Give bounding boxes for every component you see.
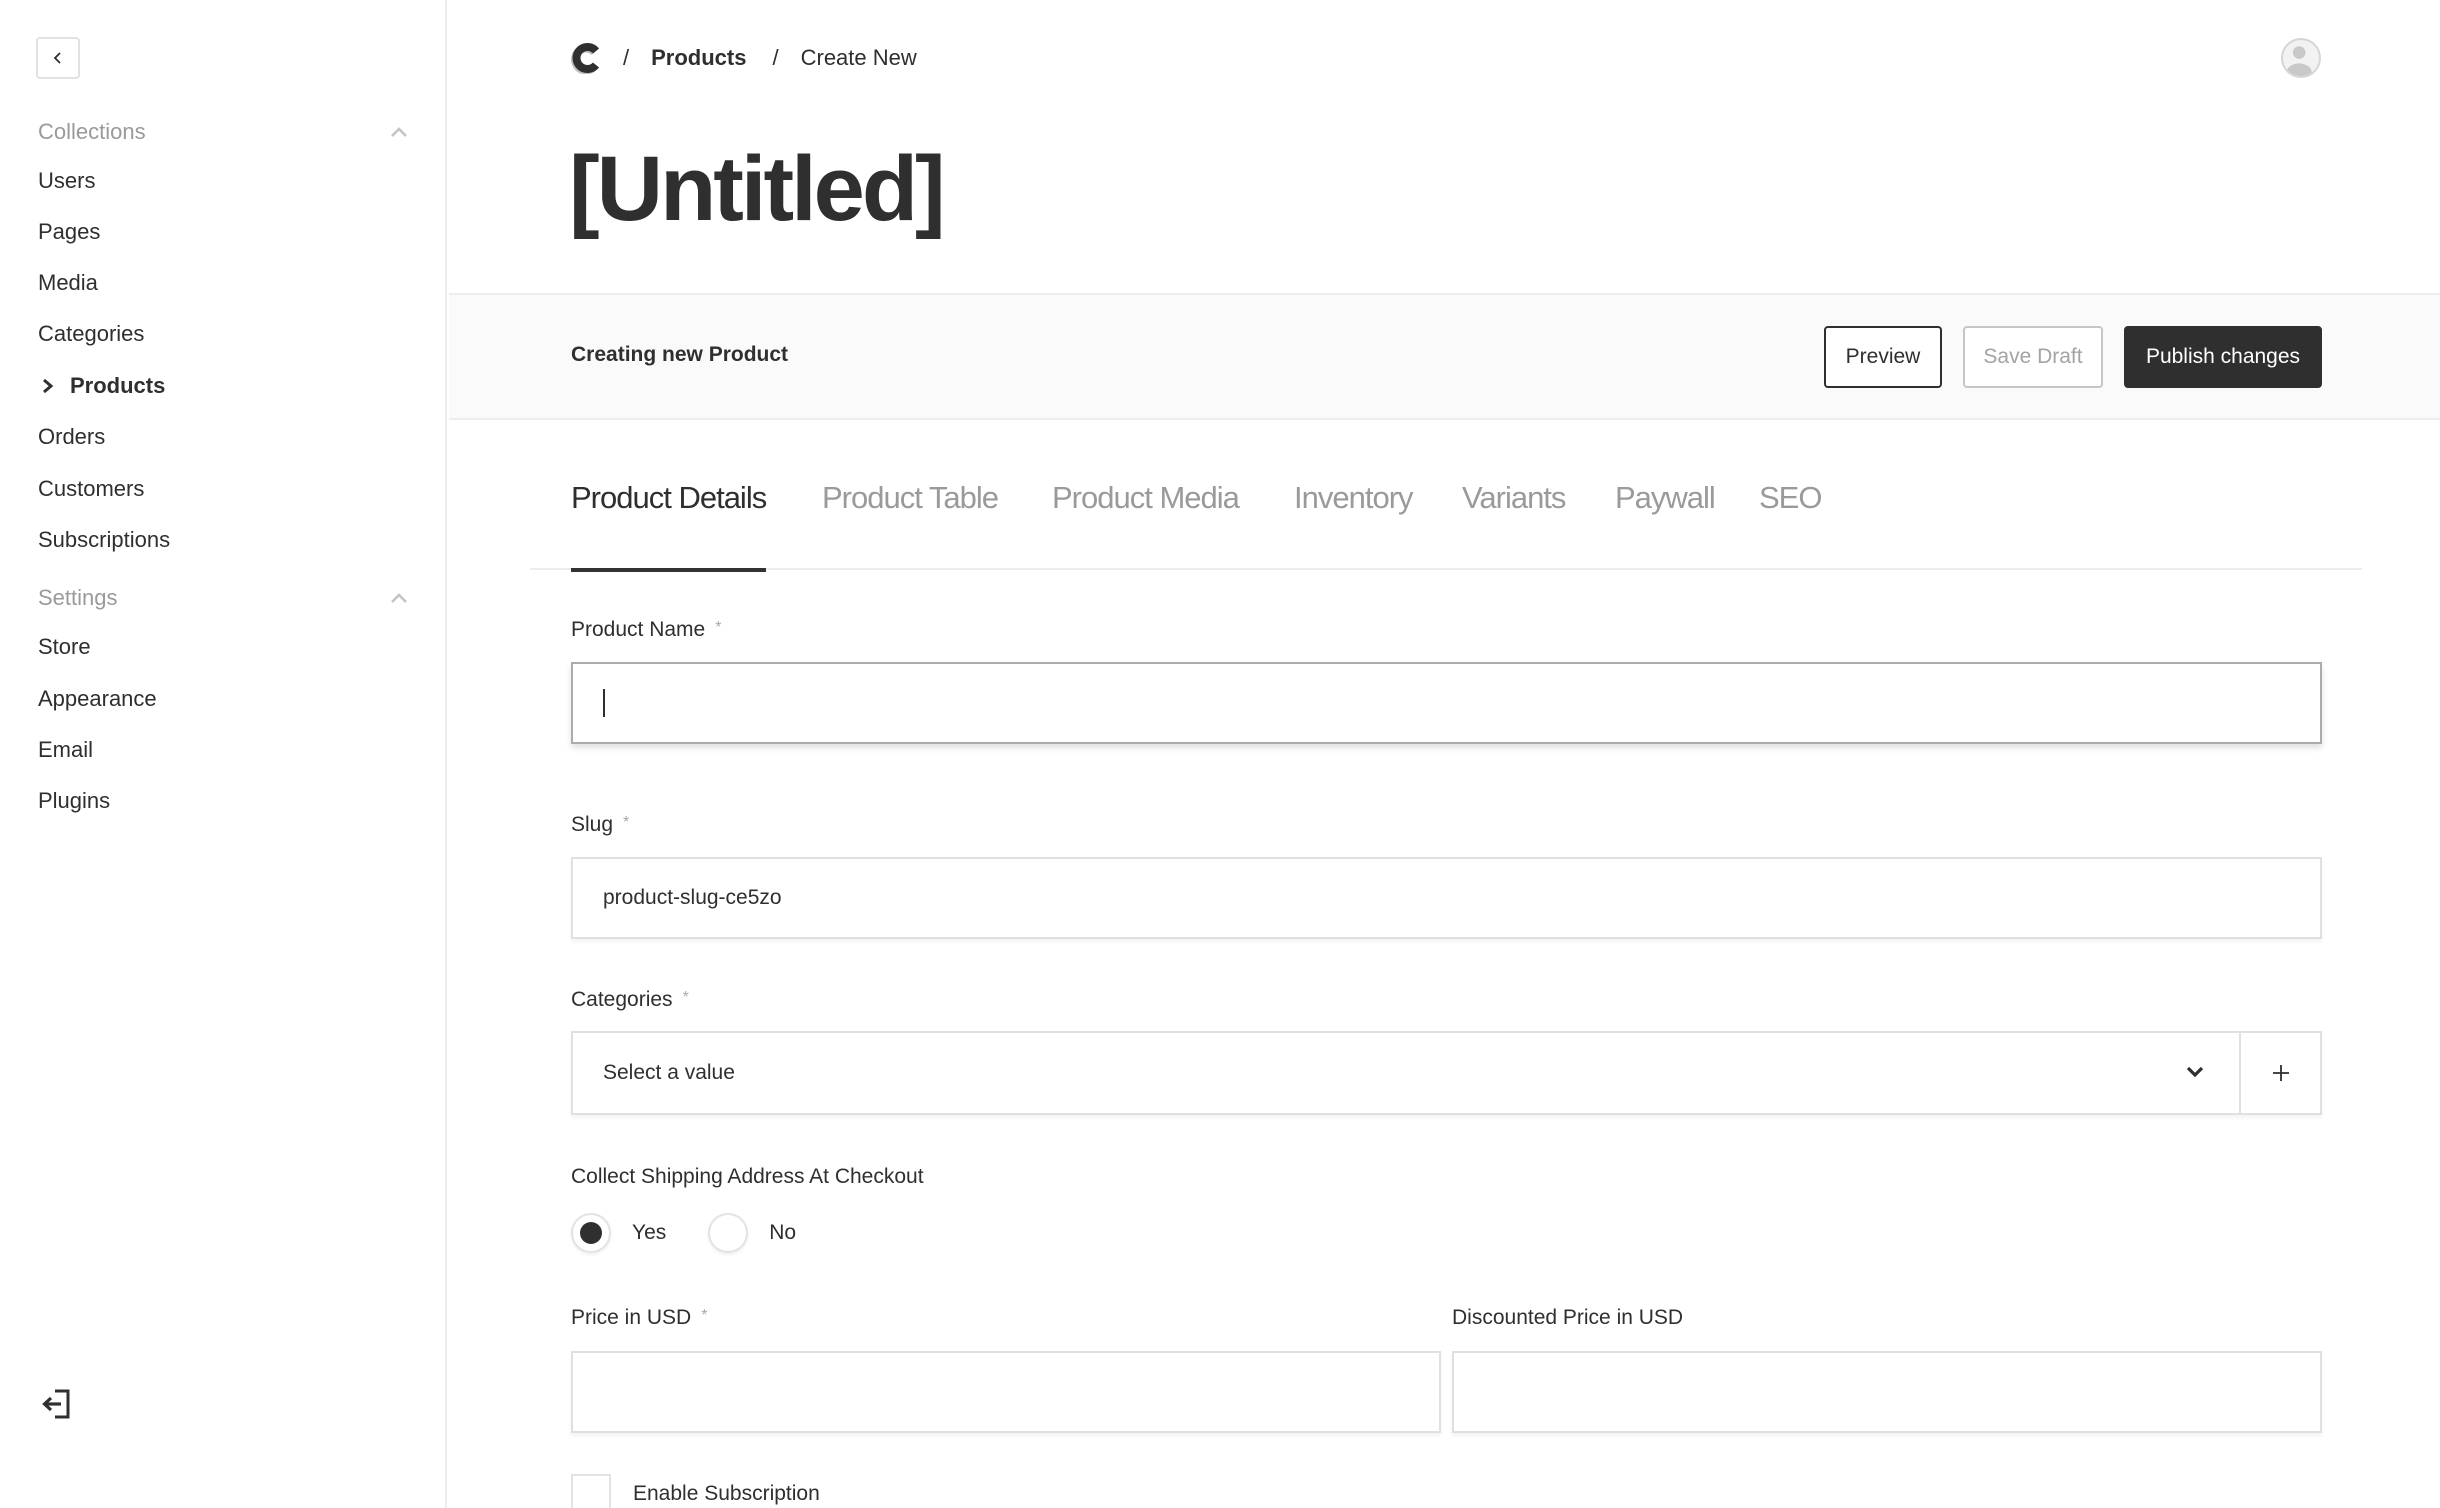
shipping-yes-label[interactable]: Yes [632,1221,666,1245]
required-marker: * [715,619,722,636]
sidebar-item-label: Store [38,634,91,659]
product-name-label: Product Name * [571,618,721,642]
collapse-sidebar-button[interactable] [36,37,80,79]
tab-inventory[interactable]: Inventory [1294,480,1414,570]
tab-paywall[interactable]: Paywall [1615,480,1716,570]
tab-seo[interactable]: SEO [1759,480,1822,570]
settings-group-label: Settings [38,585,118,610]
categories-label: Categories * [571,988,689,1012]
sidebar-item-categories[interactable]: Categories [38,316,144,352]
slug-label: Slug * [571,813,629,837]
preview-button[interactable]: Preview [1824,326,1942,388]
shipping-yes-radio[interactable] [571,1213,611,1253]
logo-icon[interactable] [571,42,601,74]
required-marker: * [682,989,689,1006]
sidebar-item-pages[interactable]: Pages [38,214,100,250]
discounted-price-label: Discounted Price in USD [1452,1306,1684,1329]
chevron-down-icon [2186,1066,2204,1078]
sidebar-item-orders[interactable]: Orders [38,419,105,455]
categories-placeholder: Select a value [603,1061,735,1084]
breadcrumb-separator: / [772,45,779,70]
slug-value: product-slug-ce5zo [603,886,782,909]
sidebar-item-label: Email [38,737,94,762]
settings-group-toggle[interactable]: Settings [38,581,408,615]
categories-select: Select a value [571,1031,2322,1115]
sidebar-item-users[interactable]: Users [38,163,95,199]
slug-label-text: Slug [571,813,614,836]
enable-subscription-label[interactable]: Enable Subscription [633,1482,820,1506]
required-marker: * [701,1307,708,1324]
categories-select-trigger[interactable]: Select a value [573,1033,2239,1113]
chevron-up-icon [391,127,407,137]
tab-product-table[interactable]: Product Table [822,480,999,570]
publish-changes-button[interactable]: Publish changes [2124,326,2322,388]
page-header: / Products / Create New [Untitled] [449,0,2440,295]
sidebar-item-email[interactable]: Email [38,732,93,768]
price-input[interactable] [571,1351,1441,1433]
chevron-up-icon [391,593,407,603]
text-caret [603,689,605,717]
user-avatar-button[interactable] [2281,38,2321,78]
product-name-label-text: Product Name [571,618,706,641]
collections-group-label: Collections [38,119,146,144]
sidebar-item-products[interactable]: Products [40,368,165,404]
categories-label-text: Categories [571,988,673,1011]
enable-subscription-checkbox[interactable] [571,1474,611,1508]
sidebar-item-label: Users [38,168,96,193]
plus-icon [2272,1065,2289,1081]
sidebar-item-appearance[interactable]: Appearance [38,681,157,717]
document-status: Creating new Product [571,343,789,366]
discounted-price-input[interactable] [1452,1351,2322,1433]
save-draft-button[interactable]: Save Draft [1963,326,2103,388]
sidebar-item-customers[interactable]: Customers [38,471,144,507]
add-category-button[interactable] [2239,1033,2320,1113]
logout-icon[interactable] [40,1388,72,1420]
shipping-no-label[interactable]: No [769,1221,796,1245]
collections-group-toggle[interactable]: Collections [38,115,408,149]
chevron-left-icon [53,52,61,64]
shipping-radio-group: Yes No [571,1212,838,1254]
sidebar-item-label: Subscriptions [38,527,171,552]
user-avatar-icon [2286,46,2312,76]
shipping-label: Collect Shipping Address At Checkout [571,1165,924,1188]
price-label-text: Price in USD [571,1306,692,1329]
sidebar-item-label: Categories [38,321,145,346]
page-title: [Untitled] [569,138,946,240]
tab-product-details[interactable]: Product Details [571,480,767,572]
chevron-right-icon [43,378,54,394]
price-label: Price in USD * [571,1306,707,1330]
shipping-no-radio[interactable] [708,1213,749,1253]
sidebar-item-label: Customers [38,476,145,501]
breadcrumb-products-link[interactable]: Products [651,45,746,71]
sidebar-item-subscriptions[interactable]: Subscriptions [38,522,170,558]
document-action-bar: Creating new Product Preview Save Draft … [449,295,2440,420]
tab-product-media[interactable]: Product Media [1052,480,1240,570]
radio-selected-dot [580,1222,602,1244]
breadcrumb-current: Create New [800,45,917,70]
sidebar-item-media[interactable]: Media [38,265,98,301]
slug-input[interactable]: product-slug-ce5zo [571,857,2322,939]
tab-variants[interactable]: Variants [1462,480,1566,570]
breadcrumb: / Products / Create New [571,40,917,76]
breadcrumb-separator: / [623,45,630,70]
required-marker: * [623,814,630,831]
sidebar-item-label: Media [38,270,98,295]
sidebar-item-label: Appearance [38,686,157,711]
product-name-input[interactable] [571,662,2322,744]
sidebar-item-label: Orders [38,424,106,449]
sidebar-item-label: Plugins [38,788,111,813]
sidebar-item-label: Products [70,373,166,398]
sidebar: Collections Users Pages Media Categories… [0,0,447,1508]
sidebar-item-store[interactable]: Store [38,629,91,665]
sidebar-item-plugins[interactable]: Plugins [38,783,110,819]
tab-bar: Product Details Product Table Product Me… [530,470,2362,572]
sidebar-item-label: Pages [38,219,101,244]
